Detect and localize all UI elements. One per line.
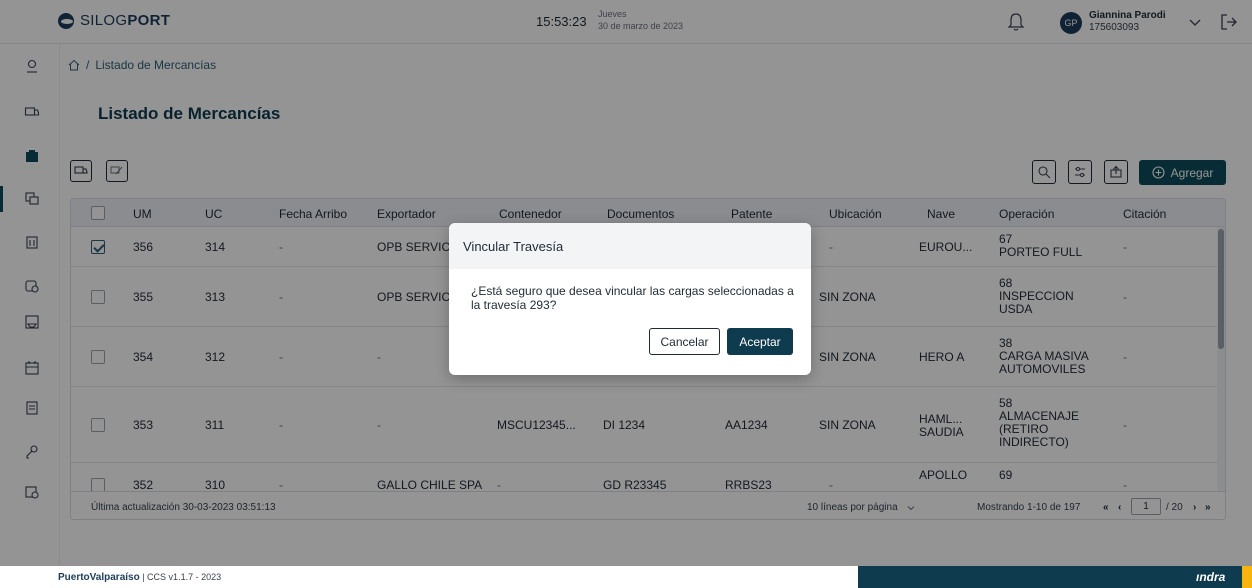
dialog-message: ¿Está seguro que desea vincular las carg…: [471, 284, 794, 312]
confirm-dialog: Vincular Travesía ¿Está seguro que desea…: [449, 223, 811, 375]
accent-stripe: [1242, 566, 1252, 588]
accept-button[interactable]: Aceptar: [727, 328, 793, 355]
dialog-title: Vincular Travesía: [463, 239, 564, 254]
partner-logo: ındra: [1196, 570, 1226, 584]
bottom-bar: PuertoValparaíso | CCS v1.1.7 - 2023 ınd…: [0, 566, 1252, 588]
brand-name: PuertoValparaíso: [58, 572, 140, 583]
partner-band: [858, 566, 1242, 588]
dialog-header: Vincular Travesía: [449, 223, 811, 269]
app-version: | CCS v1.1.7 - 2023: [142, 572, 222, 582]
cancel-button[interactable]: Cancelar: [649, 328, 720, 355]
footer-brand: PuertoValparaíso | CCS v1.1.7 - 2023: [58, 572, 221, 583]
